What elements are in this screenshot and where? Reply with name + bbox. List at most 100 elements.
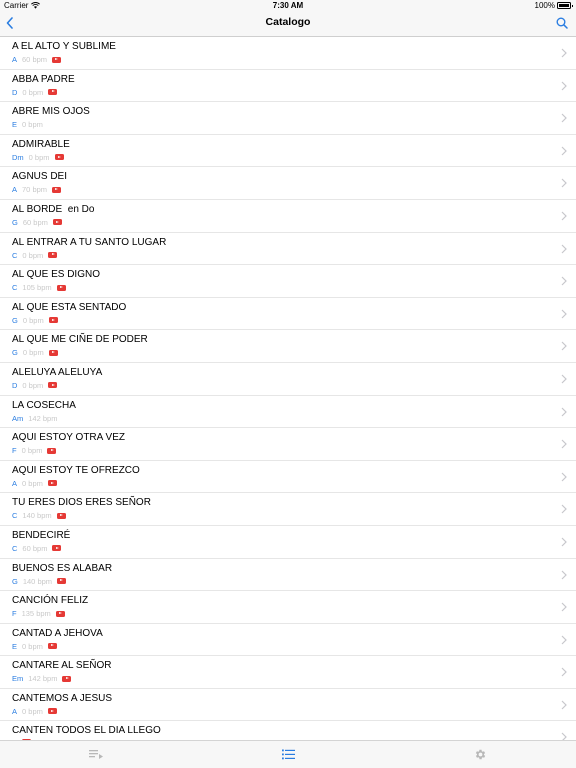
song-bpm: 70 bpm: [22, 185, 48, 195]
song-title: ABBA PADRE: [12, 73, 75, 85]
song-row[interactable]: AL ENTRAR A TU SANTO LUGAR C 0 bpm: [0, 233, 576, 266]
song-meta: Am 142 bpm: [12, 414, 57, 423]
song-row[interactable]: ABRE MIS OJOS E 0 bpm: [0, 102, 576, 135]
song-meta: G 60 bpm: [12, 218, 62, 227]
video-icon: [47, 643, 57, 650]
song-title: TU ERES DIOS ERES SEÑOR: [12, 497, 151, 509]
song-row[interactable]: ALELUYA ALELUYA D 0 bpm: [0, 363, 576, 396]
chevron-right-icon: [561, 113, 567, 123]
chevron-right-icon: [561, 244, 567, 253]
song-bpm: 0 bpm: [22, 641, 43, 651]
song-row[interactable]: ADMIRABLE Dm 0 bpm: [0, 135, 576, 168]
search-button[interactable]: [554, 15, 570, 31]
song-row[interactable]: AL QUE ME CIÑE DE PODER G 0 bpm: [0, 330, 576, 363]
song-title: CANTEMOS A JESUS: [12, 692, 113, 704]
song-bpm: 0 bpm: [22, 87, 44, 97]
song-key: A: [12, 185, 18, 195]
status-bar: Carrier 7:30 AM 100%: [0, 0, 576, 12]
chevron-right-icon: [561, 374, 567, 384]
song-row[interactable]: A EL ALTO Y SUBLIME A 60 bpm: [0, 37, 576, 70]
song-key: A: [12, 706, 18, 716]
song-title: CANTEN TODOS EL DIA LLEGO: [12, 725, 161, 737]
chevron-right-icon: [561, 700, 567, 710]
song-bpm: 0 bpm: [22, 478, 43, 488]
song-meta: A 0 bpm: [12, 707, 57, 716]
chevron-right-icon: [561, 341, 567, 351]
song-row[interactable]: CANTAD A JEHOVA E 0 bpm: [0, 624, 576, 657]
song-key: E: [12, 641, 18, 651]
song-meta: E 0 bpm: [12, 642, 57, 651]
song-row[interactable]: AL QUE ESTA SENTADO G 0 bpm: [0, 298, 576, 331]
chevron-right-icon: [561, 81, 567, 91]
song-bpm: 60 bpm: [22, 55, 48, 64]
song-row[interactable]: BUENOS ES ALABAR G 140 bpm: [0, 559, 576, 592]
tab-settings[interactable]: [384, 741, 576, 768]
song-list[interactable]: A EL ALTO Y SUBLIME A 60 bpm ABBA PADRE D 0 b…: [0, 37, 576, 740]
song-title: CANTARE AL SEÑOR: [12, 660, 112, 672]
song-meta: G 0 bpm: [12, 348, 58, 357]
song-row[interactable]: CANTEN TODOS EL DIA LLEGO: [0, 721, 576, 740]
page-title: Catalogo: [265, 16, 311, 28]
song-row[interactable]: ABBA PADRE D 0 bpm: [0, 70, 576, 103]
song-row[interactable]: AL QUE ES DIGNO C 105 bpm: [0, 265, 576, 298]
song-row[interactable]: CANTARE AL SEÑOR Em 142 bpm: [0, 656, 576, 689]
chevron-right-icon: [561, 48, 567, 58]
song-bpm: 0 bpm: [21, 446, 43, 456]
song-title: AQUI ESTOY OTRA VEZ: [12, 432, 125, 444]
song-key: C: [12, 543, 18, 553]
tab-playlist[interactable]: [0, 741, 192, 768]
song-title: ABRE MIS OJOS: [12, 106, 90, 118]
song-title: A EL ALTO Y SUBLIME: [12, 41, 116, 52]
video-icon: [57, 578, 67, 584]
video-icon: [54, 154, 64, 161]
song-title: AL BORDE en Do: [12, 203, 95, 215]
song-bpm: 0 bpm: [22, 380, 44, 390]
video-icon: [52, 186, 62, 193]
song-meta: A 0 bpm: [12, 479, 57, 488]
video-icon: [48, 89, 58, 96]
song-row[interactable]: TU ERES DIOS ERES SEÑOR C 140 bpm: [0, 493, 576, 526]
song-meta: C 105 bpm: [12, 283, 66, 292]
song-bpm: 60 bpm: [22, 543, 48, 553]
song-key: E: [12, 120, 18, 130]
song-bpm: 0 bpm: [22, 315, 44, 325]
song-key: G: [12, 217, 18, 227]
song-row[interactable]: AL BORDE en Do G 60 bpm: [0, 200, 576, 233]
song-key: C: [12, 283, 18, 293]
song-key: A: [12, 55, 18, 64]
song-key: Dm: [12, 152, 24, 162]
song-key: A: [12, 478, 18, 488]
song-row[interactable]: AQUI ESTOY OTRA VEZ F 0 bpm: [0, 428, 576, 461]
video-icon: [62, 675, 72, 682]
song-title: AL QUE ME CIÑE DE PODER: [12, 334, 148, 346]
song-bpm: 0 bpm: [22, 706, 43, 716]
song-row[interactable]: LA COSECHA Am 142 bpm: [0, 396, 576, 429]
song-title: BUENOS ES ALABAR: [12, 562, 113, 574]
song-meta: D 0 bpm: [12, 380, 58, 390]
tab-catalog[interactable]: [192, 741, 384, 768]
video-icon: [48, 349, 58, 356]
chevron-right-icon: [561, 472, 567, 482]
song-bpm: 0 bpm: [28, 152, 50, 162]
song-meta: A 70 bpm: [12, 185, 62, 195]
song-bpm: 60 bpm: [22, 217, 48, 227]
song-row[interactable]: AQUI ESTOY TE OFREZCO A 0 bpm: [0, 461, 576, 494]
song-row[interactable]: CANCIÓN FELIZ F 135 bpm: [0, 591, 576, 624]
song-title: CANCIÓN FELIZ: [12, 595, 89, 607]
song-bpm: 0 bpm: [22, 250, 44, 260]
gear-icon: [475, 749, 485, 760]
song-row[interactable]: BENDECIRÉ C 60 bpm: [0, 526, 576, 559]
battery-icon: [557, 2, 573, 9]
video-icon: [47, 447, 57, 454]
song-row[interactable]: CANTEMOS A JESUS A 0 bpm: [0, 689, 576, 722]
song-key: C: [12, 250, 18, 260]
song-meta: C 140 bpm: [12, 511, 66, 520]
video-icon: [56, 284, 66, 291]
song-meta: Em 142 bpm: [12, 674, 72, 684]
chevron-right-icon: [561, 570, 567, 579]
chevron-right-icon: [561, 146, 567, 156]
song-key: F: [12, 609, 17, 619]
song-bpm: 142 bpm: [28, 674, 58, 684]
song-title: CANTAD A JEHOVA: [12, 627, 103, 639]
song-row[interactable]: AGNUS DEI A 70 bpm: [0, 167, 576, 200]
